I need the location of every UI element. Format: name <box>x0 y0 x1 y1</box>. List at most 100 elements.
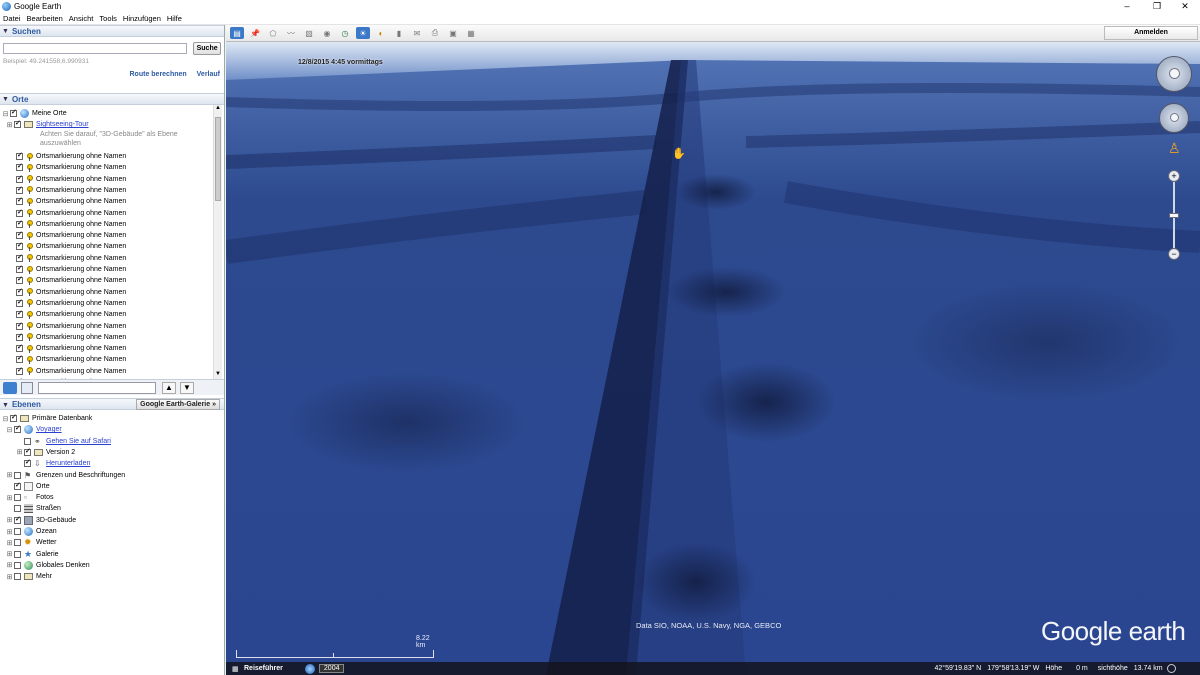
layer-row[interactable]: ⊞ ⚑ Grenzen und Beschriftungen <box>6 470 126 481</box>
panel-toggle-icon[interactable] <box>21 381 33 394</box>
checkbox[interactable] <box>14 539 21 547</box>
placemark-row[interactable]: Ortsmarkierung ohne Namen <box>16 196 126 207</box>
collapse-icon[interactable]: ⊟ <box>2 415 9 423</box>
placemark-row[interactable]: Ortsmarkierung ohne Namen <box>16 241 126 252</box>
layer-row[interactable]: ⊞ Version 2 <box>16 447 76 458</box>
overlay-tool-icon[interactable]: ▧ <box>302 27 316 39</box>
close-button[interactable]: ✕ <box>1170 0 1200 13</box>
checkbox[interactable] <box>24 447 31 456</box>
save-image-icon[interactable]: ▣ <box>446 27 460 39</box>
checkbox[interactable] <box>10 413 17 422</box>
layer-row[interactable]: ⊞ Mehr <box>6 571 52 582</box>
placemark-row[interactable]: Ortsmarkierung ohne Namen <box>16 185 126 196</box>
checkbox[interactable] <box>14 119 21 128</box>
maps-icon[interactable]: ▦ <box>464 27 478 39</box>
layer-row[interactable]: ⚭ Gehen Sie auf Safari <box>16 436 111 447</box>
tour-guide-icon[interactable]: ▦ <box>232 665 244 673</box>
placemark-row[interactable]: Ortsmarkierung ohne Namen <box>16 332 126 343</box>
placemark-row[interactable]: Ortsmarkierung ohne Namen <box>16 321 126 332</box>
places-panel-header[interactable]: ▼ Orte <box>0 93 224 105</box>
checkbox[interactable] <box>16 241 23 251</box>
checkbox[interactable] <box>16 230 23 240</box>
checkbox[interactable] <box>14 515 21 524</box>
menu-hilfe[interactable]: Hilfe <box>164 14 185 23</box>
checkbox[interactable] <box>14 550 21 558</box>
placemark-row[interactable]: Ortsmarkierung ohne Namen <box>16 264 126 275</box>
checkbox[interactable] <box>16 196 23 206</box>
checkbox[interactable] <box>16 185 23 194</box>
placemark-row[interactable]: Ortsmarkierung ohne Namen <box>16 219 126 230</box>
menu-bearbeiten[interactable]: Bearbeiten <box>24 14 66 23</box>
checkbox[interactable] <box>10 108 17 117</box>
layer-row[interactable]: ⊞ Ozean <box>6 526 57 537</box>
move-joystick[interactable] <box>1159 103 1189 133</box>
history-icon[interactable]: ◷ <box>338 27 352 39</box>
layer-row[interactable]: ⇩ Herunterladen <box>16 458 90 469</box>
sidebar-toggle-icon[interactable]: ▤ <box>230 27 244 39</box>
zoom-out-icon[interactable]: − <box>1168 248 1180 260</box>
checkbox[interactable] <box>24 437 31 445</box>
placemark-row[interactable]: Ortsmarkierung ohne Namen <box>16 298 126 309</box>
checkbox[interactable] <box>16 321 23 330</box>
layers-panel-header[interactable]: ▼ Ebenen Google Earth-Galerie » <box>0 398 224 410</box>
placemark-row[interactable]: Ortsmarkierung ohne Namen <box>16 162 126 173</box>
street-view-pegman-icon[interactable]: ♙ <box>1168 140 1181 162</box>
minimize-button[interactable]: – <box>1112 0 1142 13</box>
checkbox[interactable] <box>14 471 21 479</box>
layer-row[interactable]: ⊟ Voyager <box>6 424 62 435</box>
checkbox[interactable] <box>24 458 31 468</box>
checkbox[interactable] <box>16 275 23 285</box>
menu-ansicht[interactable]: Ansicht <box>66 14 97 23</box>
historical-imagery-icon[interactable] <box>304 663 315 674</box>
layer-row[interactable]: ⊞ ★ Galerie <box>6 549 59 560</box>
search-input[interactable] <box>3 43 188 54</box>
layer-row[interactable]: Orte <box>6 481 50 492</box>
checkbox[interactable] <box>16 264 23 273</box>
expand-icon[interactable]: ⊞ <box>6 494 13 502</box>
email-icon[interactable]: ✉ <box>410 27 424 39</box>
sunlight-icon[interactable]: ☀ <box>356 27 370 39</box>
checkbox[interactable] <box>14 494 21 502</box>
checkbox[interactable] <box>14 481 21 490</box>
route-link[interactable]: Route berechnen <box>130 71 187 78</box>
layer-label[interactable]: Gehen Sie auf Safari <box>46 438 111 445</box>
history-link[interactable]: Verlauf <box>197 71 220 78</box>
placemark-row[interactable]: Ortsmarkierung ohne Namen <box>16 230 126 241</box>
places-filter-input[interactable] <box>38 381 156 394</box>
tree-row-my-places[interactable]: ⊟ Meine Orte <box>2 108 67 119</box>
signin-button[interactable]: Anmelden <box>1104 26 1198 40</box>
placemark-row[interactable]: Ortsmarkierung ohne Namen <box>16 343 126 354</box>
checkbox[interactable] <box>16 332 23 341</box>
zoom-in-icon[interactable]: + <box>1168 170 1180 182</box>
checkbox[interactable] <box>16 366 23 375</box>
checkbox[interactable] <box>16 343 23 353</box>
checkbox[interactable] <box>16 151 23 160</box>
checkbox[interactable] <box>16 298 23 307</box>
polygon-tool-icon[interactable]: ⬠ <box>266 27 280 39</box>
print-icon[interactable]: ⎙ <box>428 27 442 39</box>
expand-icon[interactable]: ⊞ <box>6 471 13 479</box>
places-scrollbar[interactable]: ▲ ▼ <box>213 105 222 380</box>
record-tour-icon[interactable]: ◉ <box>320 27 334 39</box>
layer-label[interactable]: Voyager <box>36 426 62 433</box>
layer-row[interactable]: ⊞ ✹ Wetter <box>6 537 57 548</box>
layer-row[interactable]: ⊞ 3D-Gebäude <box>6 515 76 526</box>
checkbox[interactable] <box>14 573 21 581</box>
checkbox[interactable] <box>14 561 21 569</box>
zoom-thumb[interactable] <box>1169 213 1179 218</box>
scroll-up-icon[interactable]: ▲ <box>215 105 221 111</box>
placemark-row[interactable]: Ortsmarkierung ohne Namen <box>16 174 126 185</box>
checkbox[interactable] <box>14 528 21 535</box>
expand-icon[interactable]: ⊞ <box>6 528 13 536</box>
placemark-row[interactable]: Ortsmarkierung ohne Namen <box>16 275 126 286</box>
tour-link[interactable]: Sightseeing-Tour <box>36 121 89 128</box>
checkbox[interactable] <box>14 424 21 434</box>
checkbox[interactable] <box>16 287 23 296</box>
layer-row[interactable]: ⊟ Primäre Datenbank <box>2 413 93 424</box>
map-view[interactable]: 12/8/2015 4:45 vormittags ✋ ♙ + − 8.22 k… <box>226 42 1200 675</box>
menu-hinzufuegen[interactable]: Hinzufügen <box>120 14 164 23</box>
ruler-icon[interactable]: ▮ <box>392 27 406 39</box>
checkbox[interactable] <box>16 208 23 217</box>
placemark-row[interactable]: Ortsmarkierung ohne Namen <box>16 354 126 365</box>
search-button[interactable]: Suche <box>193 42 221 55</box>
